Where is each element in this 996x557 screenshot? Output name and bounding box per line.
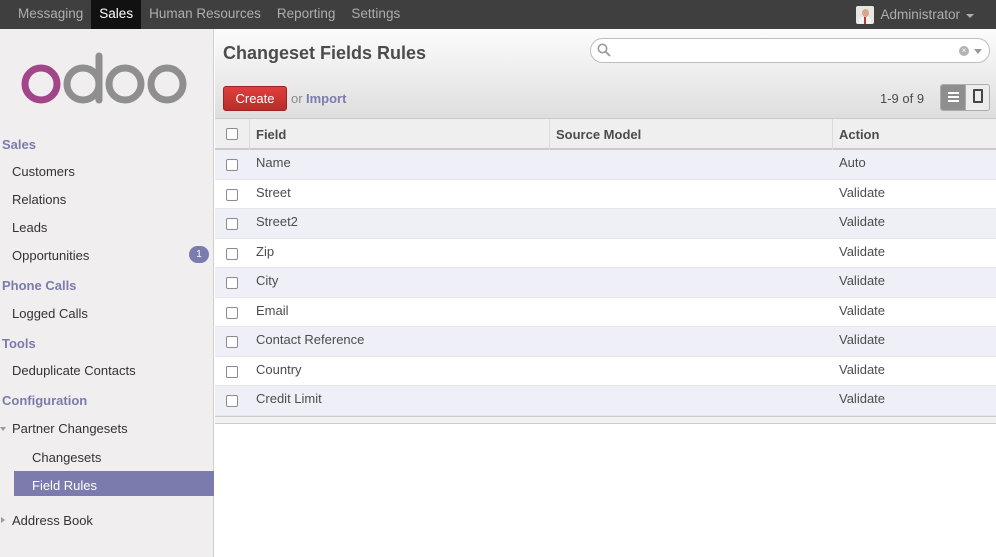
table-row[interactable]: Street Validate [215,180,996,209]
sidebar-item-address-book[interactable]: Address Book [12,513,93,528]
search-options-dropdown-icon[interactable] [974,49,982,54]
sidebar-item-relations[interactable]: Relations [12,192,66,207]
sidebar-item-changesets[interactable]: Changesets [32,450,101,465]
action-cell: Validate [839,184,886,200]
table-footer [215,415,996,424]
action-cell: Auto [839,155,866,170]
action-cell: Validate [839,332,886,347]
menu-messaging[interactable]: Messaging [10,0,91,29]
clear-search-icon[interactable]: × [959,46,969,56]
search-box: × [590,38,990,63]
row-checkbox[interactable] [226,336,238,348]
chevron-down-icon [966,13,974,18]
row-checkbox[interactable] [226,365,238,378]
action-cell: Validate [839,273,886,288]
row-checkbox[interactable] [226,159,238,171]
column-header-field[interactable]: Field [256,127,286,142]
list-view-button[interactable] [941,85,966,110]
page-title: Changeset Fields Rules [223,43,427,63]
rules-table: Field Source Model Action Name Auto Stre… [215,119,996,424]
field-cell: Country [256,361,302,377]
sidebar-item-logged-calls[interactable]: Logged Calls [12,306,88,321]
action-cell: Validate [839,243,886,259]
table-row[interactable]: Country Validate [215,357,996,386]
expanded-caret-icon [0,427,6,431]
view-switcher [940,84,990,111]
create-button[interactable]: Create [223,86,287,111]
field-cell: Email [256,302,289,318]
sidebar-item-opportunities[interactable]: Opportunities [12,248,89,263]
sidebar-item-field-rules[interactable]: Field Rules [32,478,97,493]
sidebar-item-deduplicate-contacts[interactable]: Deduplicate Contacts [12,363,136,378]
section-configuration: Configuration [2,393,88,408]
sidebar-item-partner-changesets[interactable]: Partner Changesets [12,421,128,436]
row-checkbox[interactable] [226,395,238,407]
menu-human-resources[interactable]: Human Resources [141,0,269,29]
field-cell: Contact Reference [256,332,365,347]
pager-value[interactable]: 1-9 of 9 [880,91,924,106]
collapsed-caret-icon [1,517,5,523]
menu-reporting[interactable]: Reporting [269,0,344,29]
import-link[interactable]: Import [306,91,346,106]
action-cell: Validate [839,214,886,229]
table-row[interactable]: City Validate [215,268,996,298]
menu-sales[interactable]: Sales [91,0,142,29]
sidebar-item-leads[interactable]: Leads [12,220,47,235]
table-row[interactable]: Credit Limit Validate [215,386,996,416]
form-view-button[interactable] [965,85,989,110]
search-icon [597,43,611,57]
or-label: or [291,91,303,106]
form-view-icon [973,89,984,103]
section-phone-calls: Phone Calls [2,278,77,293]
action-cell: Validate [839,302,886,318]
top-navbar: Messaging Sales Human Resources Reportin… [0,0,996,29]
table-row[interactable]: Street2 Validate [215,209,996,239]
column-header-action[interactable]: Action [839,127,879,142]
action-cell: Validate [839,361,886,377]
table-row[interactable]: Name Auto [215,150,996,180]
field-cell: Name [256,155,291,170]
top-menu: Messaging Sales Human Resources Reportin… [10,0,408,29]
field-cell: Street [256,184,291,200]
field-cell: Zip [256,243,275,259]
row-checkbox[interactable] [226,218,238,230]
row-checkbox[interactable] [226,247,238,260]
section-tools: Tools [2,336,36,351]
odoo-logo[interactable] [18,51,188,111]
user-name: Administrator [880,7,960,22]
field-cell: Street2 [256,214,298,229]
field-cell: City [256,273,279,288]
control-panel: Changeset Fields Rules × Create or Impor… [215,29,996,119]
sidebar: odoo Sales Customers Relations Leads Opp… [0,29,214,557]
table-header: Field Source Model Action [215,119,996,150]
table-row[interactable]: Email Validate [215,298,996,327]
row-checkbox[interactable] [226,188,238,201]
avatar [856,5,875,24]
menu-settings[interactable]: Settings [343,0,408,29]
table-row[interactable]: Contact Reference Validate [215,327,996,357]
sidebar-item-customers[interactable]: Customers [12,164,75,179]
column-header-source-model[interactable]: Source Model [556,127,641,142]
table-row[interactable]: Zip Validate [215,239,996,268]
row-checkbox[interactable] [226,306,238,319]
field-cell: Credit Limit [256,391,322,406]
opportunities-count-badge: 1 [189,246,209,263]
action-cell: Validate [839,391,886,406]
user-menu[interactable]: Administrator [856,0,974,29]
row-checkbox[interactable] [226,277,238,289]
select-all-checkbox[interactable] [226,128,238,140]
section-sales: Sales [2,137,36,152]
main-content: Changeset Fields Rules × Create or Impor… [215,29,996,557]
search-input[interactable] [615,42,955,60]
